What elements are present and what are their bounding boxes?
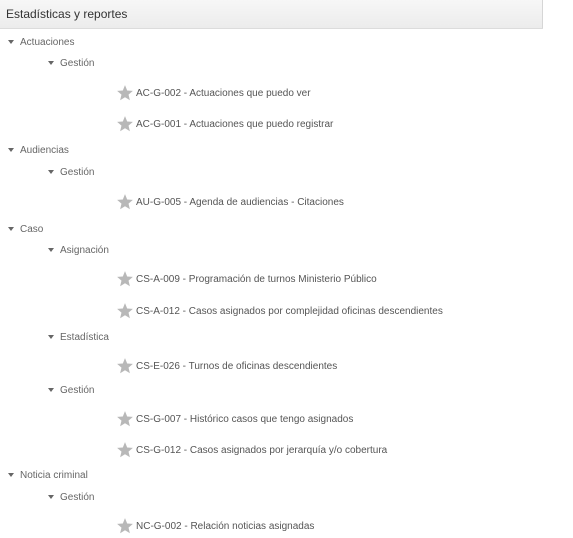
report-item-label[interactable]: AC-G-001 - Actuaciones que puedo registr…: [136, 119, 333, 130]
caret-down-icon[interactable]: [8, 148, 14, 152]
tree-node-caso-estadistica[interactable]: Estadística: [48, 328, 109, 346]
star-icon[interactable]: [116, 357, 134, 375]
caret-down-icon[interactable]: [8, 227, 14, 231]
tree-node-audiencias[interactable]: Audiencias: [8, 141, 69, 159]
report-item-label[interactable]: CS-A-009 - Programación de turnos Minist…: [136, 274, 377, 285]
caret-down-icon[interactable]: [48, 335, 54, 339]
tree-node-actuaciones[interactable]: Actuaciones: [8, 33, 74, 51]
page-title: Estadísticas y reportes: [6, 7, 128, 21]
report-item-cs-a-009[interactable]: CS-A-009 - Programación de turnos Minist…: [116, 270, 377, 288]
report-item-label[interactable]: CS-G-007 - Histórico casos que tengo asi…: [136, 414, 353, 425]
report-item-ac-g-002[interactable]: AC-G-002 - Actuaciones que puedo ver: [116, 84, 311, 102]
caret-down-icon[interactable]: [8, 40, 14, 44]
caret-down-icon[interactable]: [8, 473, 14, 477]
tree-node-label: Estadística: [60, 331, 109, 343]
caret-down-icon[interactable]: [48, 248, 54, 252]
report-item-au-g-005[interactable]: AU-G-005 - Agenda de audiencias - Citaci…: [116, 193, 344, 211]
tree-node-label: Noticia criminal: [20, 469, 88, 481]
tree-node-noticia-gestion[interactable]: Gestión: [48, 488, 94, 506]
star-icon[interactable]: [116, 84, 134, 102]
tree-node-label: Gestión: [60, 384, 95, 396]
tree-node-label: Caso: [20, 223, 44, 235]
tree-node-label: Asignación: [60, 244, 109, 256]
star-icon[interactable]: [116, 441, 134, 459]
report-item-label[interactable]: AC-G-002 - Actuaciones que puedo ver: [136, 88, 311, 99]
caret-down-icon[interactable]: [48, 495, 54, 499]
report-item-cs-e-026[interactable]: CS-E-026 - Turnos de oficinas descendien…: [116, 357, 337, 375]
report-item-cs-a-012[interactable]: CS-A-012 - Casos asignados por complejid…: [116, 302, 443, 320]
report-item-cs-g-007[interactable]: CS-G-007 - Histórico casos que tengo asi…: [116, 410, 353, 428]
report-item-cs-g-012[interactable]: CS-G-012 - Casos asignados por jerarquía…: [116, 441, 387, 459]
star-icon[interactable]: [116, 410, 134, 428]
tree-node-actuaciones-gestion[interactable]: Gestión: [48, 54, 94, 72]
caret-down-icon[interactable]: [48, 170, 54, 174]
header-divider: [542, 0, 543, 28]
tree-node-label: Gestión: [60, 166, 95, 178]
star-icon[interactable]: [116, 270, 134, 288]
report-item-label[interactable]: CS-G-012 - Casos asignados por jerarquía…: [136, 445, 387, 456]
report-item-label[interactable]: AU-G-005 - Agenda de audiencias - Citaci…: [136, 197, 344, 208]
caret-down-icon[interactable]: [48, 388, 54, 392]
star-icon[interactable]: [116, 302, 134, 320]
tree-node-caso-gestion[interactable]: Gestión: [48, 381, 94, 399]
tree-node-label: Gestión: [60, 491, 95, 503]
report-item-ac-g-001[interactable]: AC-G-001 - Actuaciones que puedo registr…: [116, 115, 333, 133]
star-icon[interactable]: [116, 517, 134, 535]
tree-node-caso[interactable]: Caso: [8, 220, 43, 238]
star-icon[interactable]: [116, 115, 134, 133]
star-icon[interactable]: [116, 193, 134, 211]
report-item-label[interactable]: NC-G-002 - Relación noticias asignadas: [136, 521, 314, 532]
panel-header: Estadísticas y reportes: [0, 0, 543, 29]
report-item-label[interactable]: CS-E-026 - Turnos de oficinas descendien…: [136, 361, 337, 372]
tree-node-label: Gestión: [60, 57, 95, 69]
tree-node-label: Actuaciones: [20, 36, 75, 48]
tree-node-caso-asignacion[interactable]: Asignación: [48, 241, 109, 259]
report-item-nc-g-002[interactable]: NC-G-002 - Relación noticias asignadas: [116, 517, 314, 535]
report-item-label[interactable]: CS-A-012 - Casos asignados por complejid…: [136, 306, 443, 317]
tree-node-noticia-criminal[interactable]: Noticia criminal: [8, 466, 88, 484]
caret-down-icon[interactable]: [48, 61, 54, 65]
tree-node-label: Audiencias: [20, 144, 69, 156]
tree-node-audiencias-gestion[interactable]: Gestión: [48, 163, 94, 181]
